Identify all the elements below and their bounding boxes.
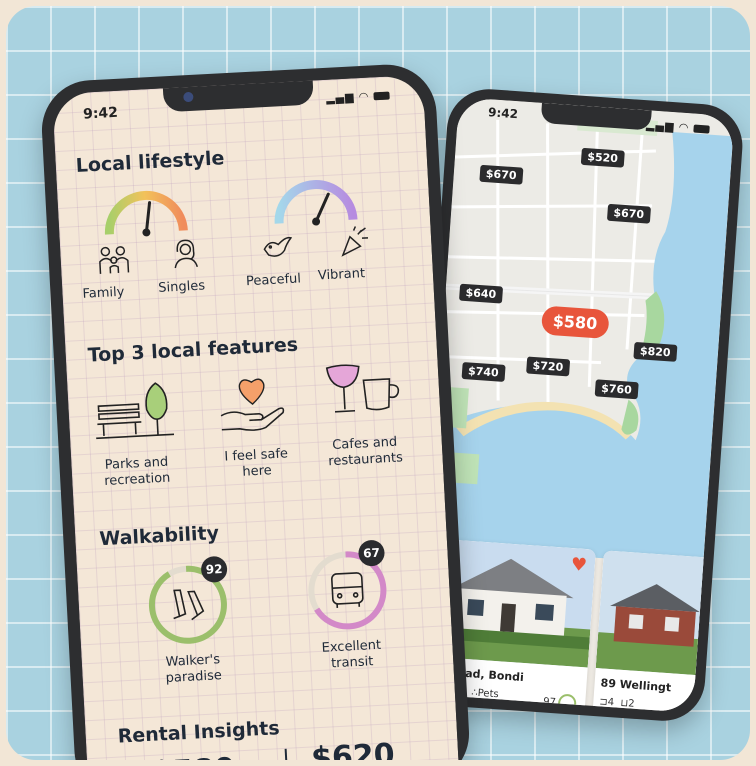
walkability-title: Walkability — [98, 522, 220, 551]
status-time: 9:42 — [487, 105, 519, 122]
price-pin[interactable]: $720 — [526, 356, 570, 377]
vibrant-label: Vibrant — [317, 266, 366, 284]
map-screen: 9:42 ▂▄▆ ◠ $520 $670 $670 $640 $580 $820… — [417, 97, 735, 713]
family-singles-gauge — [104, 190, 188, 237]
dove-icon — [263, 236, 293, 257]
listing-address: 89 Wellingt — [600, 676, 672, 695]
park-bench-tree-icon — [96, 382, 175, 440]
house-photo — [595, 550, 724, 677]
insights-screen: 9:42 ▂▄▆ ◠ Local lifestyle Family Single… — [52, 74, 460, 760]
listing-features: ⊐4 ⊔2 — [598, 696, 635, 710]
insights-phone: 9:42 ▂▄▆ ◠ Local lifestyle Family Single… — [39, 62, 472, 760]
status-time: 9:42 — [82, 104, 119, 123]
score-ring-icon — [557, 693, 577, 713]
parks-label: Parks and recreation — [103, 454, 171, 489]
rental-price-1: $580 — [151, 752, 236, 760]
walk-score: 97 — [543, 692, 577, 713]
walking-legs-icon — [173, 589, 205, 621]
favorite-heart-icon[interactable]: ♥ — [570, 554, 588, 576]
price-pin[interactable]: $760 — [594, 379, 639, 400]
price-pin[interactable]: $520 — [580, 147, 625, 168]
walk-label: Walker's paradise — [165, 652, 223, 687]
price-pin[interactable]: $740 — [461, 361, 506, 382]
heart-hand-icon — [220, 378, 285, 431]
listing-card[interactable]: 89 Wellingt ⊐4 ⊔2 — [592, 550, 724, 713]
transit-label: Excellent transit — [321, 637, 382, 672]
price-pin[interactable]: $640 — [458, 283, 503, 304]
phone-notch — [162, 80, 314, 113]
single-person-icon — [174, 239, 198, 269]
rental-price-2: $620 — [310, 737, 396, 760]
safety-label: I feel safe here — [224, 446, 289, 480]
lifestyle-title: Local lifestyle — [75, 147, 225, 178]
bus-icon — [331, 572, 364, 609]
party-popper-icon — [341, 226, 369, 257]
price-pin[interactable]: $670 — [479, 164, 524, 185]
peaceful-label: Peaceful — [245, 271, 302, 290]
price-divider — [284, 748, 289, 760]
background-card: 9:42 ▂▄▆ ◠ $520 $670 $670 $640 $580 $820… — [6, 6, 750, 760]
family-label: Family — [82, 284, 125, 302]
peaceful-vibrant-gauge — [274, 180, 358, 226]
cocktail-cup-icon — [325, 364, 400, 413]
price-pin[interactable]: $820 — [633, 341, 678, 362]
singles-label: Singles — [157, 278, 206, 296]
selected-price-pin[interactable]: $580 — [540, 305, 610, 340]
cafes-label: Cafes and restaurants — [327, 434, 404, 470]
features-title: Top 3 local features — [87, 333, 299, 367]
rental-title: Rental Insights — [117, 717, 281, 748]
family-icon — [99, 246, 130, 274]
status-icons: ▂▄▆ ◠ — [326, 89, 390, 105]
price-pin[interactable]: $670 — [606, 203, 651, 224]
